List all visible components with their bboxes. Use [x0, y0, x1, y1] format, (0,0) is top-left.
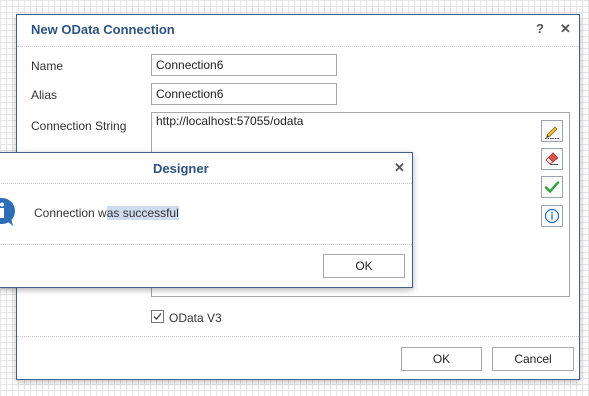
name-label: Name	[31, 59, 64, 73]
clear-button[interactable]	[541, 148, 563, 170]
edit-connection-icon	[545, 126, 559, 139]
message-text: Connection was successful	[34, 206, 179, 220]
close-button[interactable]: ✕	[560, 21, 571, 37]
alias-field[interactable]: Connection6	[151, 83, 337, 105]
message-text-part1: Connection w	[34, 206, 107, 220]
checkmark-icon	[153, 313, 162, 320]
test-connection-icon	[544, 181, 560, 193]
test-connection-button[interactable]	[541, 176, 563, 198]
odata-v3-label: OData V3	[169, 311, 222, 325]
help-button[interactable]: ?	[536, 21, 544, 36]
message-footer-separator	[0, 244, 412, 245]
info-icon	[544, 208, 560, 224]
odata-v3-checkbox[interactable]	[151, 310, 164, 323]
message-title-separator	[0, 183, 412, 184]
alias-label: Alias	[31, 88, 58, 102]
title-separator	[17, 46, 579, 47]
clear-icon	[545, 152, 559, 165]
info-button[interactable]	[541, 205, 563, 227]
footer-separator	[17, 336, 579, 337]
designer-message-dialog: Designer ✕ Connection was successful OK	[0, 152, 413, 288]
message-text-selection: as successful	[106, 206, 179, 220]
cancel-button[interactable]: Cancel	[492, 347, 574, 371]
message-title: Designer	[153, 161, 209, 176]
connection-string-text: http://localhost:57055/odata	[156, 114, 304, 128]
dialog-title: New OData Connection	[31, 22, 175, 37]
information-icon	[0, 198, 15, 226]
ok-button[interactable]: OK	[401, 347, 482, 371]
message-close-button[interactable]: ✕	[394, 160, 405, 176]
name-field[interactable]: Connection6	[151, 54, 337, 76]
connection-string-label: Connection String	[31, 119, 127, 133]
edit-connection-button[interactable]	[541, 120, 563, 142]
message-ok-button[interactable]: OK	[323, 254, 405, 278]
